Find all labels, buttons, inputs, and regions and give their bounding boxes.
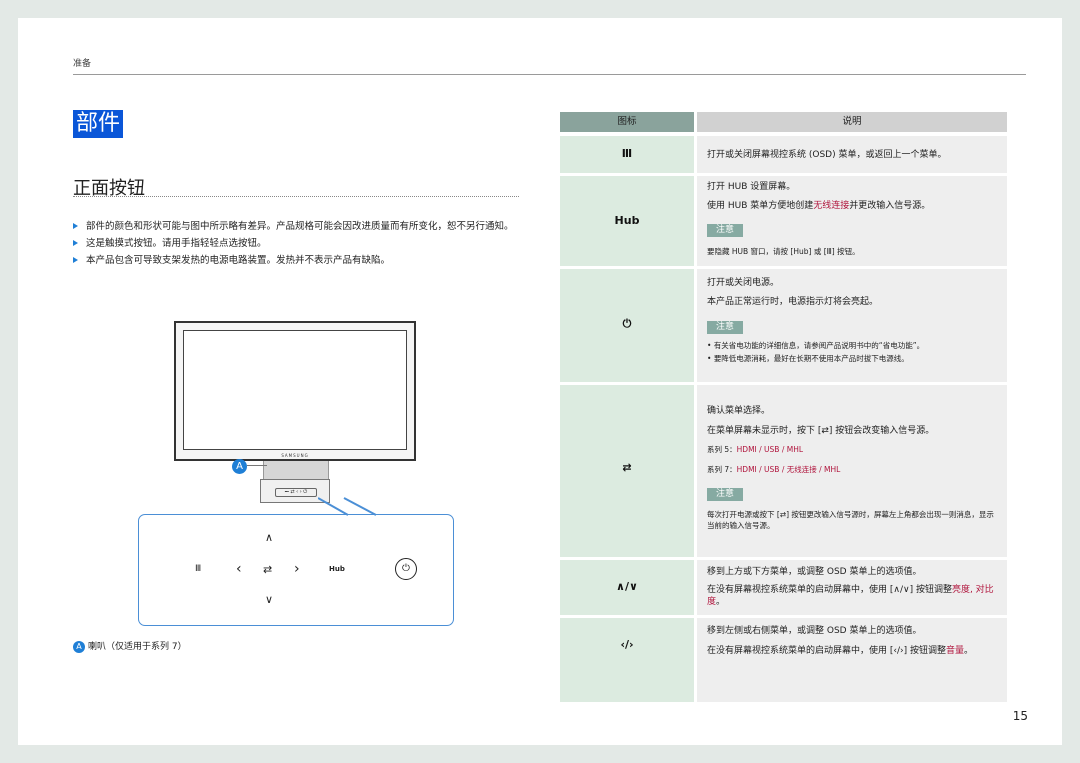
header-divider xyxy=(73,74,1026,75)
button-zoom-panel: ∧ Ⅲ ‹ ⇄ › Hub ⏻ ∨ xyxy=(138,514,454,626)
menu-icon[interactable]: Ⅲ xyxy=(195,564,201,574)
monitor-screen xyxy=(183,330,407,450)
leader-line xyxy=(247,465,267,466)
source-icon: ⇄ xyxy=(622,461,632,474)
left-right-icon: ‹/› xyxy=(620,638,634,651)
bullet-list: 部件的颜色和形状可能与图中所示略有差异。产品规格可能会因改进质量而有所变化，恕不… xyxy=(73,220,523,271)
marker-a: A xyxy=(232,459,247,474)
arrow-icon xyxy=(73,257,78,263)
hub-icon[interactable]: Hub xyxy=(329,565,345,573)
note-label: 注意 xyxy=(707,321,743,334)
manual-page: 准备 部件 正面按钮 部件的颜色和形状可能与图中所示略有差异。产品规格可能会因改… xyxy=(18,18,1062,745)
section-label: 准备 xyxy=(73,59,92,69)
table-row: ⏻ 打开或关闭电源。 本产品正常运行时，电源指示灯将会亮起。 注意 • 有关省电… xyxy=(560,269,1007,382)
bullet-item: 部件的颜色和形状可能与图中所示略有差异。产品规格可能会因改进质量而有所变化，恕不… xyxy=(73,220,523,233)
brand-logo: SAMSUNG xyxy=(281,453,309,458)
down-arrow-icon[interactable]: ∨ xyxy=(265,593,273,606)
up-down-icon: ∧/∨ xyxy=(616,580,638,593)
table-row: Ⅲ 打开或关闭屏幕视控系统 (OSD) 菜单，或返回上一个菜单。 xyxy=(560,136,1007,173)
table-row: ⇄ 确认菜单选择。 在菜单屏幕未显示时，按下 [⇄] 按钮会改变输入信号源。 系… xyxy=(560,385,1007,557)
menu-icon: Ⅲ xyxy=(621,147,633,160)
power-icon[interactable]: ⏻ xyxy=(395,558,417,580)
bullet-item: 这是触摸式按钮。请用手指轻轻点选按钮。 xyxy=(73,237,523,250)
table-row: ‹/› 移到左侧或右侧菜单，或调整 OSD 菜单上的选项值。 在没有屏幕视控系统… xyxy=(560,618,1007,702)
page-number: 15 xyxy=(1012,709,1028,723)
right-arrow-icon[interactable]: › xyxy=(294,561,300,577)
zoom-pointer xyxy=(318,497,377,516)
up-arrow-icon[interactable]: ∧ xyxy=(265,531,273,544)
note-label: 注意 xyxy=(707,224,743,237)
left-arrow-icon[interactable]: ‹ xyxy=(236,561,242,577)
button-panel-icon: ⎓ ⇄ ‹ › ⏻ xyxy=(275,488,317,497)
marker-a: A xyxy=(73,640,85,653)
arrow-icon xyxy=(73,223,78,229)
monitor-illustration: SAMSUNG xyxy=(174,321,416,461)
subtitle-divider xyxy=(73,196,519,197)
page-title: 部件 xyxy=(73,110,124,138)
table-row: ∧/∨ 移到上方或下方菜单，或调整 OSD 菜单上的选项值。 在没有屏幕视控系统… xyxy=(560,560,1007,615)
arrow-icon xyxy=(73,240,78,246)
note-label: 注意 xyxy=(707,488,743,501)
source-icon[interactable]: ⇄ xyxy=(263,563,272,576)
power-icon: ⏻ xyxy=(622,317,632,330)
table-header-icon: 图标 xyxy=(560,112,694,132)
table-header-desc: 说明 xyxy=(697,112,1007,132)
bullet-item: 本产品包含可导致支架发热的电源电路装置。发热并不表示产品有缺陷。 xyxy=(73,254,523,267)
hub-icon: Hub xyxy=(614,214,640,227)
speaker-grille xyxy=(263,461,329,479)
table-row: Hub 打开 HUB 设置屏幕。 使用 HUB 菜单方便地创建无线连接并更改输入… xyxy=(560,176,1007,266)
figure-caption: A 喇叭（仅适用于系列 7） xyxy=(73,639,187,653)
